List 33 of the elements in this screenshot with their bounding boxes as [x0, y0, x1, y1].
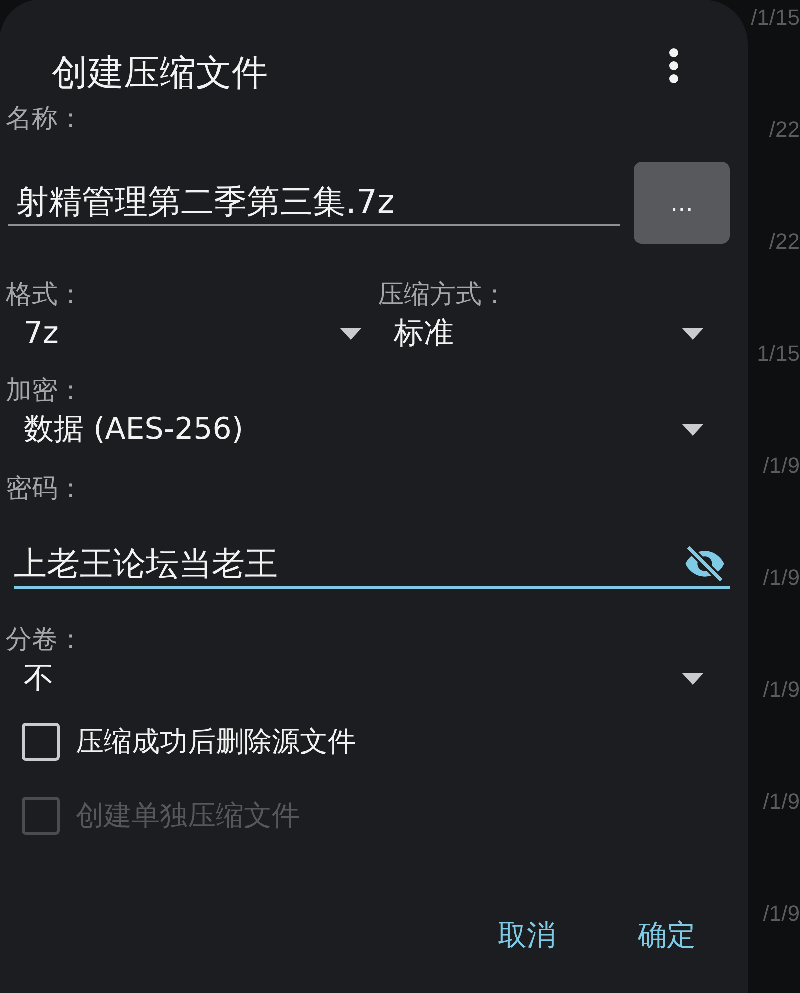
date-text: /1/9 — [763, 676, 800, 704]
compression-method-dropdown[interactable]: 标准 — [376, 312, 730, 356]
date-text: /22 — [769, 116, 800, 144]
date-text: /1/15 — [751, 4, 800, 32]
date-text: 1/15 — [757, 340, 800, 368]
dialog-title: 创建压缩文件 — [52, 52, 268, 96]
date-text: /1/9 — [763, 564, 800, 592]
more-options-icon[interactable] — [668, 48, 680, 84]
field-label: 分卷： — [6, 624, 85, 657]
date-text: /1/9 — [763, 900, 800, 928]
field-label: 压缩方式： — [377, 279, 509, 312]
field-label: 加密： — [6, 375, 85, 408]
field-label: 格式： — [6, 279, 85, 312]
dropdown-caret-icon — [340, 328, 362, 340]
checkbox-label: 创建单独压缩文件 — [76, 798, 300, 834]
browse-button[interactable]: ... — [634, 162, 730, 244]
split-volume-dropdown[interactable]: 不 — [6, 657, 730, 701]
password-field[interactable]: 上老王论坛当老王 — [14, 542, 680, 586]
dropdown-caret-icon — [682, 328, 704, 340]
dialog-button[interactable]: 确定 — [632, 913, 702, 958]
dropdown-caret-icon — [682, 673, 704, 685]
checkbox-label: 压缩成功后删除源文件 — [76, 724, 356, 760]
encryption-dropdown[interactable]: 数据 (AES-256) — [6, 408, 730, 452]
filename-field[interactable]: 射精管理第二季第三集.7z — [8, 180, 620, 224]
field-label: 名称： — [6, 103, 85, 136]
date-text: /1/9 — [763, 452, 800, 480]
dialog-button[interactable]: 取消 — [492, 913, 562, 958]
date-text: /22 — [769, 228, 800, 256]
checkbox[interactable] — [22, 723, 60, 761]
date-text: /1/9 — [763, 788, 800, 816]
dropdown-caret-icon — [682, 424, 704, 436]
field-label: 密码： — [6, 473, 85, 506]
format-dropdown[interactable]: 7z — [6, 312, 376, 356]
